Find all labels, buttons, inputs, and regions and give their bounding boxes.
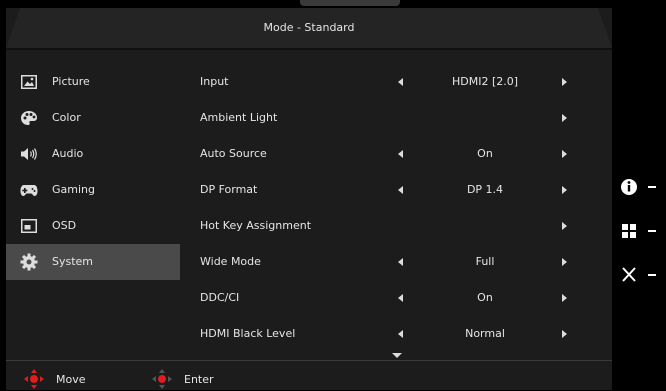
right-arrow-icon[interactable] xyxy=(562,150,567,158)
right-arrow-icon[interactable] xyxy=(562,222,567,230)
right-arrow-icon[interactable] xyxy=(562,330,567,338)
setting-row-ddc-ci[interactable]: DDC/CI On xyxy=(182,280,612,316)
setting-label: Ambient Light xyxy=(200,111,278,124)
left-arrow-icon[interactable] xyxy=(398,330,403,338)
setting-value: On xyxy=(477,291,493,304)
setting-row-dp-format[interactable]: DP Format DP 1.4 xyxy=(182,172,612,208)
move-hint: Move xyxy=(24,369,86,389)
speaker-icon xyxy=(20,145,38,163)
setting-value: On xyxy=(477,147,493,160)
setting-row-ambient-light[interactable]: Ambient Light xyxy=(182,100,612,136)
info-icon xyxy=(621,179,637,195)
left-arrow-icon[interactable] xyxy=(398,258,403,266)
mode-title: Mode - Standard xyxy=(263,21,355,34)
left-arrow-icon[interactable] xyxy=(398,294,403,302)
setting-row-wide-mode[interactable]: Wide Mode Full xyxy=(182,244,612,280)
sidebar-item-label: Color xyxy=(52,111,81,124)
right-arrow-icon[interactable] xyxy=(562,294,567,302)
hotkey-close[interactable] xyxy=(620,264,666,286)
right-arrow-icon[interactable] xyxy=(562,258,567,266)
sidebar-item-label: Gaming xyxy=(52,183,95,196)
gamepad-icon xyxy=(20,181,38,199)
sidebar-item-audio[interactable]: Audio xyxy=(6,136,180,172)
sidebar-item-picture[interactable]: Picture xyxy=(6,64,180,100)
sidebar-item-label: System xyxy=(52,255,94,268)
picture-icon xyxy=(20,73,38,91)
move-label: Move xyxy=(56,372,86,386)
grid-icon xyxy=(622,224,636,238)
osd-top-edge xyxy=(300,0,400,6)
sidebar-item-osd[interactable]: OSD xyxy=(6,208,180,244)
joystick-move-icon xyxy=(24,369,44,389)
hotkey-dash xyxy=(648,186,656,188)
sidebar-item-label: OSD xyxy=(52,219,77,232)
sidebar: Picture Color Audio Gaming OSD System xyxy=(6,64,180,280)
gear-icon xyxy=(20,253,38,271)
header-divider xyxy=(6,48,612,50)
left-arrow-icon[interactable] xyxy=(398,78,403,86)
osd-header: Mode - Standard xyxy=(6,8,612,48)
right-arrow-icon[interactable] xyxy=(562,78,567,86)
setting-label: DDC/CI xyxy=(200,291,240,304)
left-arrow-icon[interactable] xyxy=(398,150,403,158)
sidebar-item-color[interactable]: Color xyxy=(6,100,180,136)
setting-label: Auto Source xyxy=(200,147,267,160)
osd-menu: Mode - Standard Picture Color Audio Gami… xyxy=(6,8,612,390)
setting-label: DP Format xyxy=(200,183,258,196)
hotkey-info[interactable] xyxy=(620,176,666,198)
scroll-down-icon[interactable] xyxy=(392,353,402,358)
left-arrow-icon[interactable] xyxy=(398,186,403,194)
setting-value: DP 1.4 xyxy=(466,183,504,196)
hotkey-dash xyxy=(648,274,656,276)
hotkey-grid[interactable] xyxy=(620,220,666,242)
palette-icon xyxy=(20,109,38,127)
setting-value: Normal xyxy=(465,327,505,340)
setting-label: Wide Mode xyxy=(200,255,261,268)
sidebar-item-label: Picture xyxy=(52,75,90,88)
sidebar-item-gaming[interactable]: Gaming xyxy=(6,172,180,208)
setting-row-hdmi-black-level[interactable]: HDMI Black Level Normal xyxy=(182,316,612,352)
sidebar-item-label: Audio xyxy=(52,147,84,160)
enter-label: Enter xyxy=(184,372,214,386)
osd-icon xyxy=(20,217,38,235)
osd-footer: Move Enter xyxy=(6,360,612,391)
close-icon xyxy=(622,267,636,282)
settings-list: Input HDMI2 [2.0] Ambient Light Auto Sou… xyxy=(182,64,612,352)
sidebar-item-system[interactable]: System xyxy=(6,244,180,280)
setting-row-auto-source[interactable]: Auto Source On xyxy=(182,136,612,172)
setting-label: HDMI Black Level xyxy=(200,327,296,340)
enter-hint: Enter xyxy=(152,369,214,389)
setting-value: Full xyxy=(475,255,495,268)
setting-row-input[interactable]: Input HDMI2 [2.0] xyxy=(182,64,612,100)
setting-row-hot-key-assignment[interactable]: Hot Key Assignment xyxy=(182,208,612,244)
setting-label: Input xyxy=(200,75,229,88)
setting-label: Hot Key Assignment xyxy=(200,219,312,232)
right-arrow-icon[interactable] xyxy=(562,186,567,194)
hotkey-dash xyxy=(648,230,656,232)
right-arrow-icon[interactable] xyxy=(562,114,567,122)
joystick-enter-icon xyxy=(152,369,172,389)
setting-value: HDMI2 [2.0] xyxy=(451,75,519,88)
